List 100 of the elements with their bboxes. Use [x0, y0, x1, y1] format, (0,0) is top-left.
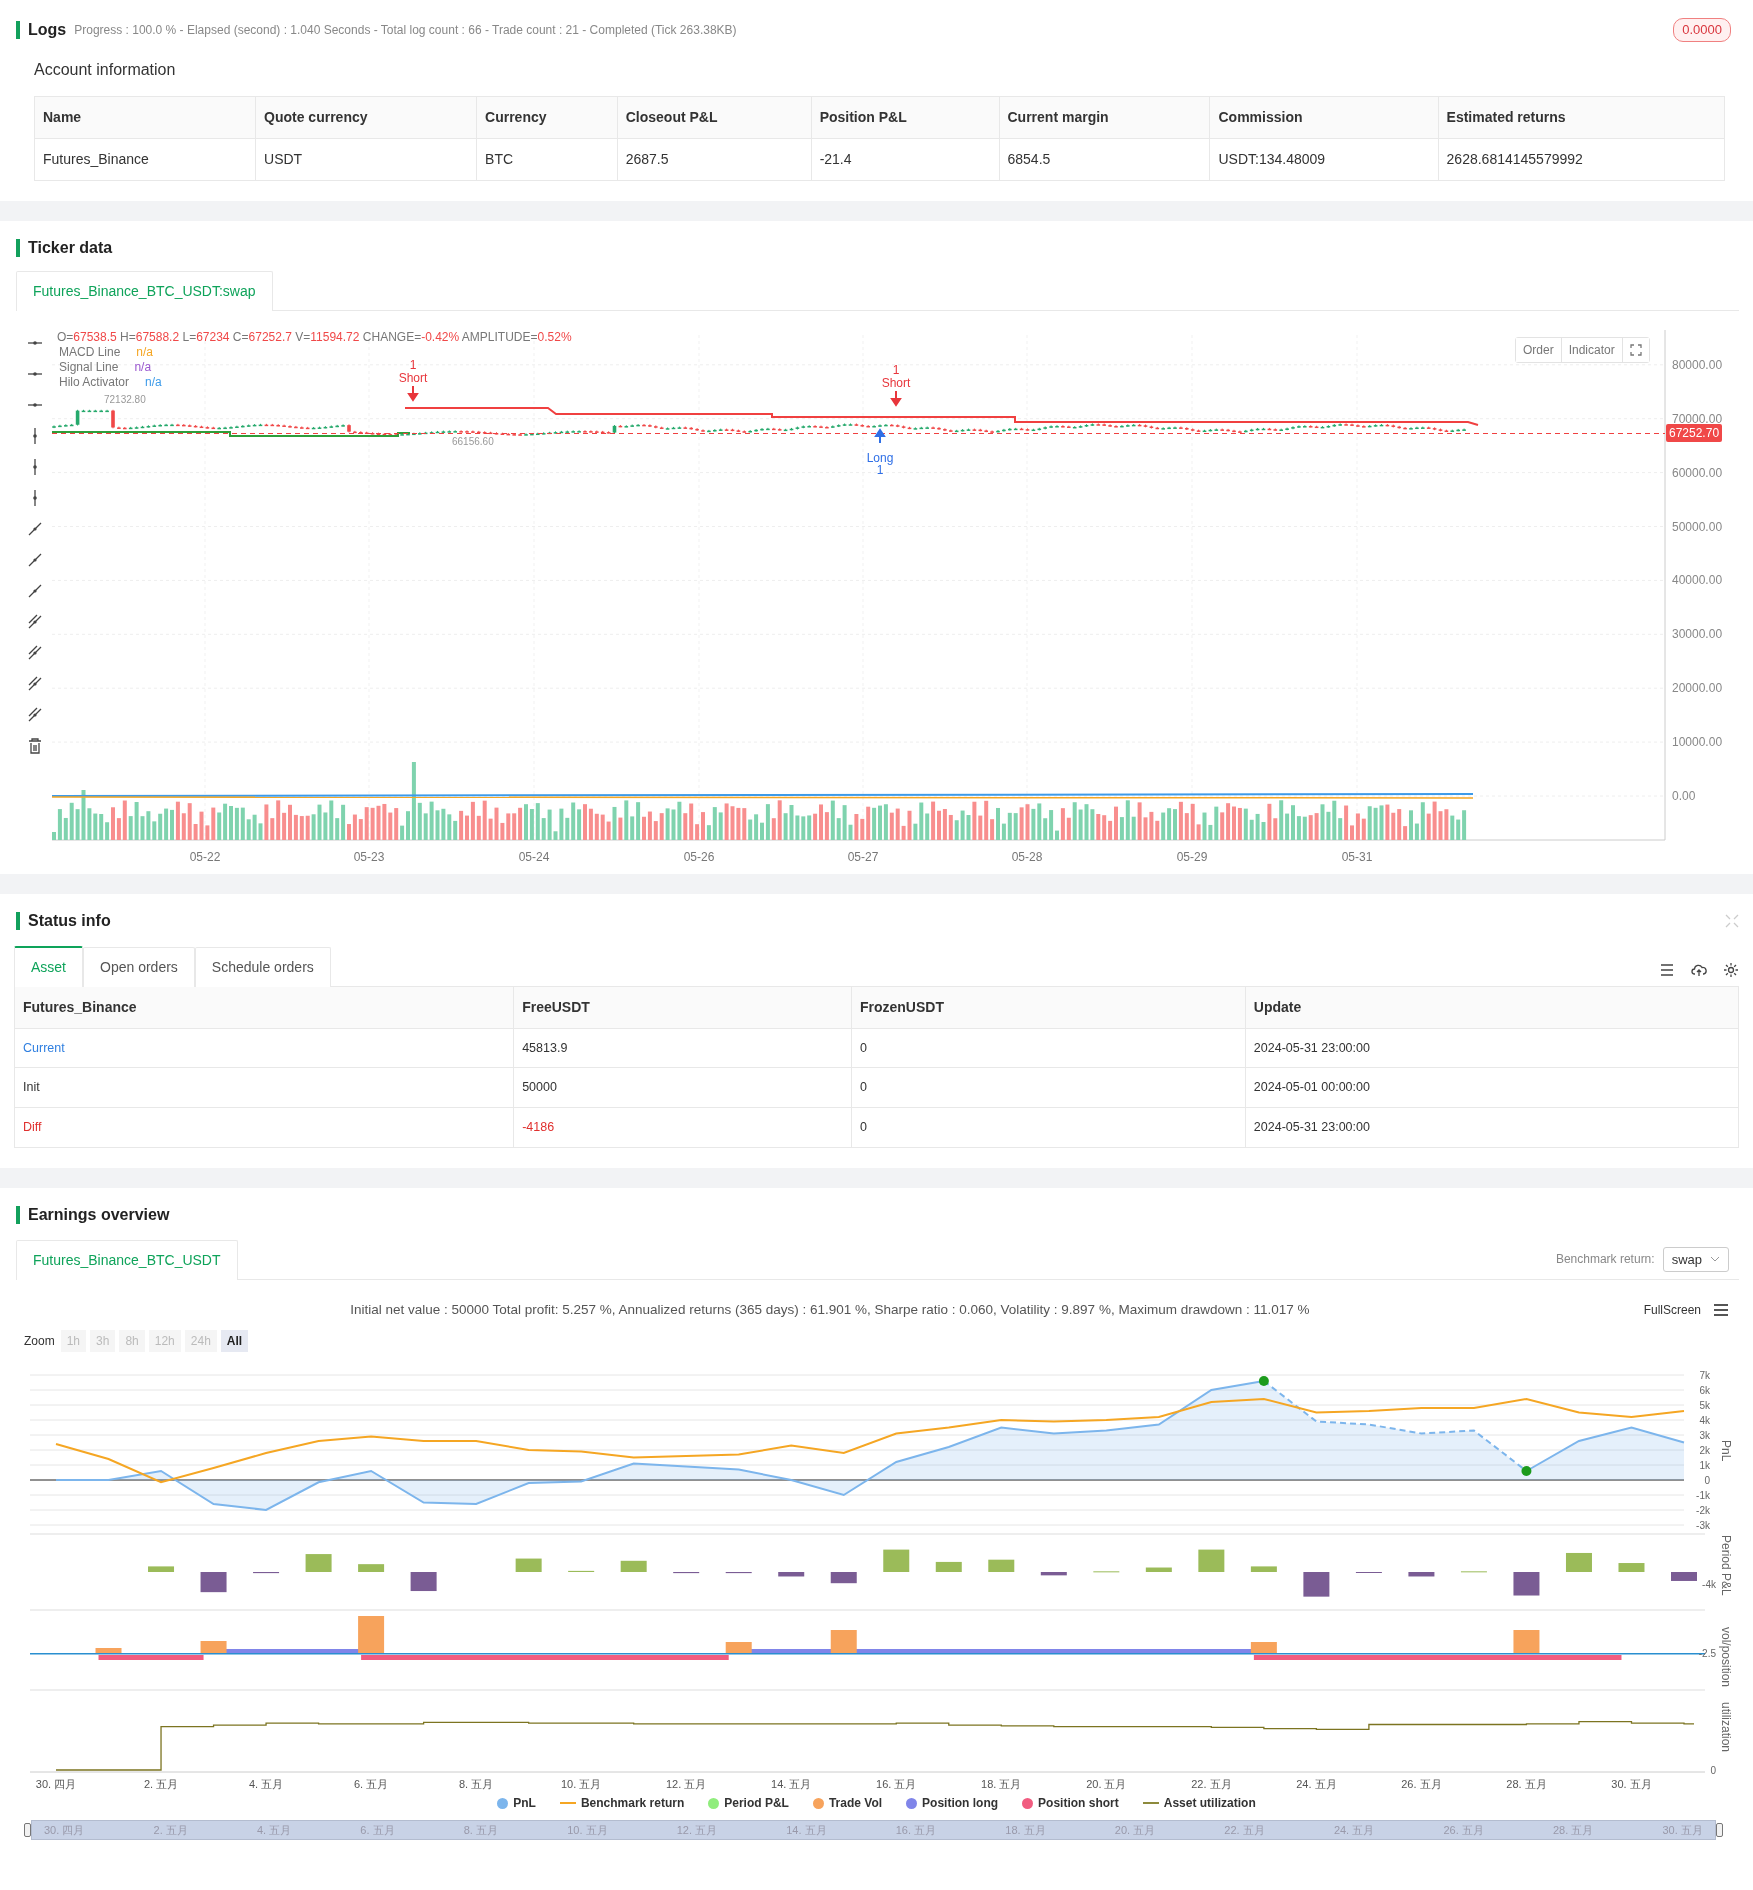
indicator-name: Signal Line — [59, 359, 119, 375]
drawing-tool-icon — [33, 426, 37, 445]
axis-label: 6. 五月 — [354, 1778, 389, 1790]
axis-label: 1k — [1699, 1460, 1710, 1471]
column-header: Currency — [476, 96, 618, 138]
table-cell: Current — [14, 1028, 514, 1068]
up-arrow-icon — [875, 427, 885, 444]
axis-label: 12. 五月 — [666, 1778, 707, 1790]
table-cell: 6854.5 — [999, 138, 1210, 180]
axis-label: 22. 五月 — [1191, 1778, 1232, 1790]
section-title: Earnings overview — [16, 1205, 1739, 1224]
axis-title: vol/position — [1719, 1627, 1733, 1688]
axis-label: -1k — [1696, 1490, 1710, 1501]
legend-item[interactable]: Asset utilization — [1142, 1794, 1256, 1812]
axis-label: 7k — [1699, 1370, 1710, 1381]
table-cell: 0 — [851, 1107, 1246, 1148]
drawing-tool-icon — [28, 675, 42, 691]
column-header: Commission — [1210, 96, 1439, 138]
section-title: Status info — [16, 911, 111, 930]
indicator-name: MACD Line — [59, 344, 121, 360]
axis-title: PnL — [1719, 1440, 1733, 1462]
axis-label: 10000.00 — [1672, 734, 1723, 749]
axis-label: 05-22 — [189, 849, 221, 864]
axis-label: 6k — [1699, 1385, 1710, 1396]
log-summary: Progress : 100.0 % - Elapsed (second) : 1.040 Seconds - Total log count : 66 - Trade count : 21 - Completed (Tick 263.38KB) — [74, 21, 737, 39]
fullscreen-link[interactable]: FullScreen — [1643, 1300, 1701, 1319]
drawing-tool-icon — [28, 706, 42, 722]
axis-label: 05-24 — [518, 849, 550, 864]
trough-marker — [1521, 1466, 1532, 1476]
benchmark-select[interactable]: swap — [1662, 1246, 1729, 1272]
price-annotation: 66156.60 — [452, 435, 494, 447]
benchmark-label: Benchmark return: — [1555, 1251, 1655, 1269]
trade-label: Long — [866, 450, 894, 465]
expand-icon[interactable] — [1629, 344, 1642, 357]
zoom-button[interactable]: All — [220, 1330, 249, 1352]
column-header: Position P&L — [811, 96, 999, 138]
drawing-tool-icon — [28, 521, 42, 536]
axis-label: 40000.00 — [1672, 572, 1723, 587]
table-cell: Init — [14, 1067, 514, 1108]
drawing-tool-icon — [33, 488, 37, 507]
indicator-value: n/a — [136, 344, 154, 360]
axis-label: 05-28 — [1011, 849, 1043, 864]
axis-label: 05-23 — [353, 849, 385, 864]
axis-label: -2k — [1696, 1505, 1710, 1516]
indicator-value: n/a — [145, 374, 162, 390]
legend-item[interactable]: Position long — [906, 1794, 999, 1812]
axis-label: -2.5 — [1698, 1648, 1716, 1659]
axis-label: 20000.00 — [1672, 680, 1723, 695]
legend-label: PnL — [513, 1795, 536, 1812]
trade-count: 1 — [876, 462, 884, 477]
axis-label: 0 — [1710, 1765, 1716, 1776]
trade-label: Short — [398, 370, 428, 385]
drawing-tool-icon — [27, 371, 43, 376]
column-header: Estimated returns — [1438, 96, 1725, 138]
table-cell: 45813.9 — [513, 1028, 852, 1068]
axis-label: 20. 五月 — [1086, 1778, 1127, 1790]
axis-label: -4k — [1702, 1579, 1716, 1590]
profit-badge: 0.0000 — [1673, 18, 1731, 42]
axis-label: 2. 五月 — [143, 1778, 179, 1790]
drawing-tool-icon — [28, 552, 42, 567]
price-annotation: 72132.80 — [104, 393, 146, 405]
drawing-tool-icon — [27, 340, 43, 345]
table-cell: 2628.6814145579992 — [1438, 138, 1725, 180]
settings-icon[interactable] — [1723, 961, 1739, 978]
axis-label: 24. 五月 — [1296, 1778, 1337, 1790]
legend-label: Benchmark return — [580, 1795, 685, 1812]
legend-item[interactable]: Position short — [1022, 1794, 1119, 1812]
trade-label: Short — [881, 375, 911, 390]
chevron-down-icon — [1710, 1256, 1720, 1263]
indicator-name: Hilo Activator — [59, 374, 130, 390]
down-arrow-icon — [891, 389, 901, 407]
navigator-handle[interactable] — [1716, 1823, 1723, 1837]
axis-label: 0.00 — [1672, 788, 1696, 803]
trash-icon — [28, 737, 42, 754]
legend-item[interactable]: Trade Vol — [812, 1794, 883, 1812]
table-cell: Futures_Binance — [34, 138, 256, 180]
table-cell: USDT — [255, 138, 477, 180]
chart-button[interactable]: Order — [1516, 337, 1562, 362]
menu-icon[interactable] — [1713, 1302, 1729, 1317]
drawing-tool-icon — [33, 457, 37, 476]
indicator-value: n/a — [134, 359, 152, 375]
trade-count: 1 — [409, 357, 417, 372]
legend-item[interactable]: PnL — [497, 1794, 536, 1812]
status-tab[interactable]: Open orders — [83, 946, 195, 987]
drawing-tool-icon — [28, 644, 42, 660]
axis-label: 05-31 — [1341, 849, 1373, 864]
legend-item[interactable]: Benchmark return — [559, 1794, 685, 1812]
axis-title: Period P&L — [1719, 1535, 1733, 1596]
axis-label: -3k — [1696, 1520, 1710, 1531]
axis-label: 05-26 — [683, 849, 715, 864]
axis-label: 16. 五月 — [876, 1778, 917, 1790]
menu-icon[interactable] — [1659, 961, 1675, 978]
table-cell: BTC — [476, 138, 618, 180]
down-arrow-icon — [408, 384, 418, 402]
axis-label: 26. 五月 — [1401, 1778, 1442, 1790]
axis-label: 4. 五月 — [248, 1778, 284, 1790]
ohlc-readout: O=67538.5 H=67588.2 L=67234 C=67252.7 V=11594.72 CHANGE=-0.42% AMPLITUDE=0.52% — [57, 329, 572, 345]
status-tab[interactable]: Schedule orders — [194, 946, 331, 987]
legend-item[interactable]: Period P&L — [708, 1794, 789, 1812]
column-header: Update — [1245, 986, 1739, 1028]
